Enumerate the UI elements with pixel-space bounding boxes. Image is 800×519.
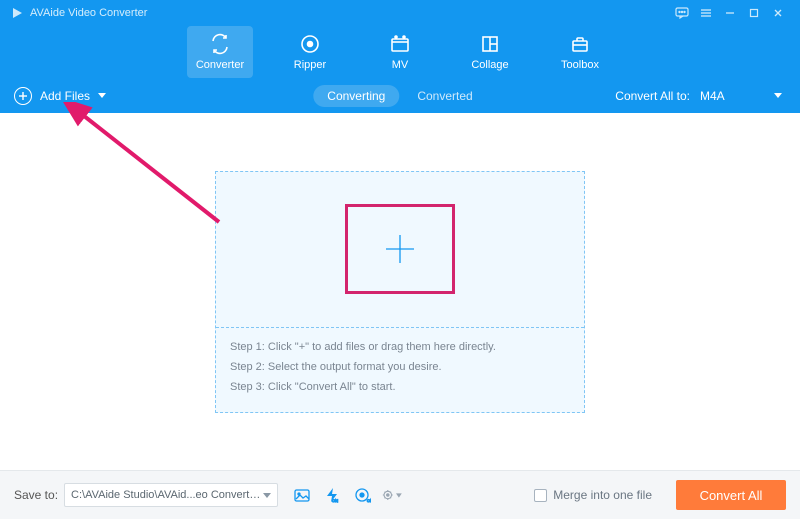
hardware-accel-icon[interactable]: ON [322, 485, 342, 505]
maximize-icon[interactable] [742, 3, 766, 23]
svg-text:ON: ON [332, 498, 338, 503]
minimize-icon[interactable] [718, 3, 742, 23]
merge-checkbox[interactable]: Merge into one file [534, 488, 652, 502]
nav-ripper[interactable]: Ripper [277, 26, 343, 78]
selected-format: M4A [700, 89, 725, 103]
nav-label: Collage [471, 59, 508, 71]
app-title: AVAide Video Converter [30, 7, 147, 19]
tab-converted[interactable]: Converted [403, 85, 486, 107]
chevron-down-icon [774, 93, 782, 98]
svg-text:ON: ON [367, 498, 371, 503]
plus-circle-icon [14, 87, 32, 105]
bottom-bar: Save to: C:\AVAide Studio\AVAid...eo Con… [0, 470, 800, 519]
dropzone[interactable]: Step 1: Click "+" to add files or drag t… [215, 171, 585, 413]
settings-icon[interactable] [382, 485, 402, 505]
close-icon[interactable] [766, 3, 790, 23]
toolbox-icon [569, 33, 591, 55]
app-logo-icon [10, 6, 24, 20]
nav-label: MV [392, 59, 409, 71]
nav-label: Ripper [294, 59, 326, 71]
titlebar: AVAide Video Converter [0, 0, 800, 26]
high-speed-icon[interactable]: ON [352, 485, 372, 505]
converter-icon [209, 33, 231, 55]
chevron-down-icon [263, 493, 271, 498]
main-nav: Converter Ripper MV Collage Toolbox [0, 26, 800, 78]
save-to-label: Save to: [14, 488, 58, 502]
nav-collage[interactable]: Collage [457, 26, 523, 78]
instructions: Step 1: Click "+" to add files or drag t… [216, 327, 584, 411]
menu-icon[interactable] [694, 3, 718, 23]
open-folder-icon[interactable] [292, 485, 312, 505]
save-path-dropdown[interactable]: C:\AVAide Studio\AVAid...eo Converter\Co… [64, 483, 278, 507]
convert-all-button[interactable]: Convert All [676, 480, 786, 510]
checkbox-icon [534, 489, 547, 502]
step-text: Step 3: Click "Convert All" to start. [230, 378, 570, 398]
nav-label: Converter [196, 59, 244, 71]
nav-converter[interactable]: Converter [187, 26, 253, 78]
main-area: Step 1: Click "+" to add files or drag t… [0, 113, 800, 470]
step-text: Step 1: Click "+" to add files or drag t… [230, 338, 570, 358]
ripper-icon [299, 33, 321, 55]
add-files-label: Add Files [40, 89, 90, 103]
save-path-value: C:\AVAide Studio\AVAid...eo Converter\Co… [71, 489, 263, 501]
conversion-status-tabs: Converting Converted [313, 85, 486, 107]
feedback-icon[interactable] [670, 3, 694, 23]
step-text: Step 2: Select the output format you des… [230, 358, 570, 378]
convert-all-to-label: Convert All to: [615, 89, 690, 103]
tab-converting[interactable]: Converting [313, 85, 399, 107]
add-files-big-button[interactable] [345, 204, 455, 294]
chevron-down-icon [98, 93, 106, 98]
add-files-button[interactable]: Add Files [14, 87, 106, 105]
nav-toolbox[interactable]: Toolbox [547, 26, 613, 78]
collage-icon [479, 33, 501, 55]
sub-toolbar: Add Files Converting Converted Convert A… [0, 78, 800, 113]
nav-label: Toolbox [561, 59, 599, 71]
convert-all-to-dropdown[interactable]: Convert All to: M4A [615, 89, 786, 103]
mv-icon [389, 33, 411, 55]
nav-mv[interactable]: MV [367, 26, 433, 78]
merge-label: Merge into one file [553, 488, 652, 502]
